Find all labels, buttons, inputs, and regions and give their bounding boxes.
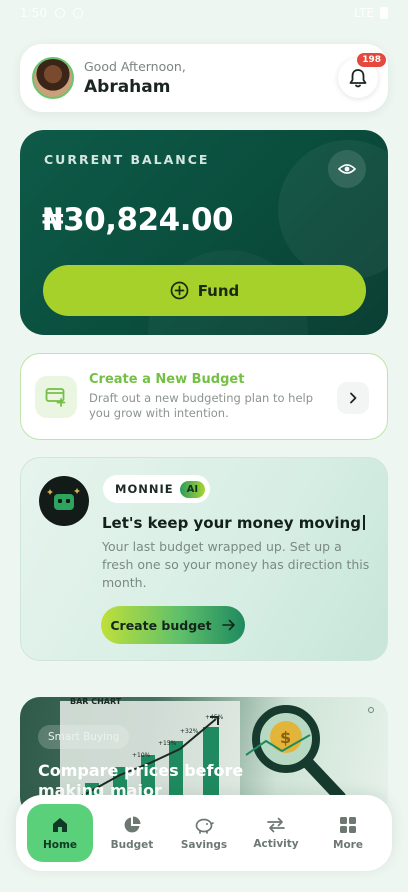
add-card-icon [45,387,66,407]
nav-more[interactable]: More [315,804,381,862]
nav-activity[interactable]: Activity [243,804,309,862]
avatar[interactable] [32,57,74,99]
transfer-arrows-icon [267,817,285,832]
chevron-right-icon [350,392,357,404]
greeting-text: Good Afternoon, [84,59,186,74]
header-card: Good Afternoon, Abraham 198 [20,44,388,112]
bar-label-2: +15% [158,740,177,747]
ai-badge: AI [179,480,206,498]
monnie-ai-card: MONNIE AI Let's keep your money moving Y… [20,457,388,661]
status-time: 1:50 [20,6,47,20]
notification-badge: 198 [357,53,386,67]
fund-button[interactable]: Fund [43,265,366,316]
nav-more-label: More [333,838,363,851]
svg-text:$: $ [280,728,291,747]
eye-icon [338,164,356,174]
network-type: LTE [354,6,374,20]
app-notification-icon [72,8,83,18]
smart-buying-tag: Smart Buying [38,725,130,749]
bar-label-3: +32% [180,728,199,735]
toggle-balance-visibility-button[interactable] [328,150,366,188]
pie-chart-icon [124,816,141,832]
balance-label: CURRENT BALANCE [44,152,210,167]
location-icon [54,8,65,18]
monnie-name: MONNIE [115,482,174,496]
bottom-nav: Home Budget Savings Activity More [16,795,392,871]
robot-icon [47,488,80,510]
balance-amount: ₦30,824.00 [42,202,234,238]
balance-card: CURRENT BALANCE ₦30,824.00 Fund [20,130,388,335]
nav-home[interactable]: Home [27,804,93,862]
piggy-bank-icon [195,818,214,834]
user-name: Abraham [84,77,171,97]
bar-label-4: +45% [205,714,224,721]
bar-label-1: +10% [132,752,151,759]
budget-text-block: Create a New Budget Draft out a new budg… [89,372,334,421]
nav-budget-label: Budget [110,838,154,851]
budget-chevron-button[interactable] [337,382,369,414]
arrow-right-icon [221,619,235,631]
create-budget-card[interactable]: Create a New Budget Draft out a new budg… [20,353,388,440]
nav-budget[interactable]: Budget [99,804,165,862]
typing-cursor [362,515,365,530]
monnie-headline-text: Let's keep your money moving [102,514,361,532]
budget-description: Draft out a new budgeting plan to help y… [89,391,314,420]
carousel-indicator [368,707,374,713]
budget-icon-box [35,375,77,418]
nav-savings-label: Savings [180,838,228,851]
nav-savings[interactable]: Savings [171,804,237,862]
promo-chart-label: BAR CHART [70,697,122,706]
status-bar: 1:50 LTE [0,0,408,26]
plus-circle-icon [170,281,189,300]
create-budget-label: Create budget [110,617,212,633]
fund-label: Fund [197,281,240,300]
monnie-avatar [39,476,89,526]
notifications-button[interactable]: 198 [338,53,386,98]
monnie-headline: Let's keep your money moving [102,514,365,532]
grid-icon [340,816,356,833]
nav-home-label: Home [42,838,78,851]
bell-icon [349,69,367,88]
monnie-body-text: Your last budget wrapped up. Set up a fr… [102,539,370,590]
nav-activity-label: Activity [253,837,299,850]
budget-title: Create a New Budget [89,372,245,387]
status-left: 1:50 [20,6,83,20]
greeting-block: Good Afternoon, Abraham [84,59,186,97]
home-icon [53,817,67,832]
battery-icon [380,7,388,19]
create-budget-button[interactable]: Create budget [101,606,245,644]
monnie-pill: MONNIE AI [103,475,211,503]
status-right: LTE [354,6,388,20]
